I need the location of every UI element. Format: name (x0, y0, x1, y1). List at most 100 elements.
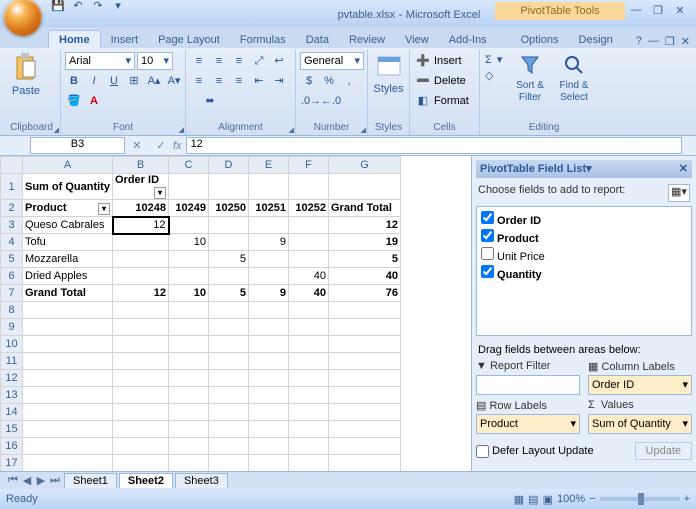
tab-insert[interactable]: Insert (101, 31, 149, 48)
align-top[interactable]: ≡ (190, 52, 208, 70)
report-filter-box[interactable] (476, 375, 580, 395)
underline-button[interactable]: U (105, 72, 123, 90)
tab-addins[interactable]: Add-Ins (439, 31, 497, 48)
indent-inc[interactable]: ⇥ (270, 72, 288, 90)
tab-data[interactable]: Data (296, 31, 339, 48)
pane-choose-label: Choose fields to add to report: (478, 184, 625, 202)
row-labels-label: ▤ Row Labels (476, 399, 580, 412)
view-normal-icon[interactable]: ▦ (514, 493, 524, 506)
clear-button[interactable]: ◇ (484, 69, 494, 83)
sheet-tab-2[interactable]: Sheet2 (119, 473, 173, 488)
minimize-button[interactable]: — (626, 4, 646, 18)
wrap-text[interactable]: ↩ (270, 52, 288, 70)
qat-redo[interactable]: ↷ (90, 0, 106, 15)
comma-button[interactable]: , (340, 72, 358, 90)
qat-more[interactable]: ▾ (110, 0, 126, 15)
column-labels-box[interactable]: Order ID▾ (588, 375, 692, 395)
insert-cells[interactable]: ➕ (414, 52, 432, 70)
pane-menu-icon[interactable]: ▾ (586, 160, 592, 178)
fx-icon[interactable]: fx (173, 140, 182, 152)
font-size[interactable]: 10▾ (137, 52, 173, 70)
sheet-last[interactable]: ⏭ (48, 474, 62, 487)
align-left[interactable]: ≡ (190, 72, 208, 90)
dec-decimal[interactable]: ←.0 (320, 92, 338, 110)
view-break-icon[interactable]: ▣ (543, 493, 553, 506)
update-button[interactable]: Update (635, 442, 692, 460)
zoom-slider[interactable] (600, 497, 680, 501)
sheet-prev[interactable]: ◀ (20, 474, 34, 487)
field-unit-price[interactable]: Unit Price (481, 246, 687, 264)
sheet-tab-1[interactable]: Sheet1 (64, 473, 117, 488)
align-bot[interactable]: ≡ (230, 52, 248, 70)
clipboard-launcher[interactable]: ◢ (54, 126, 59, 134)
field-product[interactable]: Product (481, 228, 687, 246)
office-button[interactable] (4, 0, 42, 36)
zoom-out[interactable]: − (589, 493, 595, 505)
help-button[interactable]: ? (636, 35, 642, 48)
inc-decimal[interactable]: .0→ (300, 92, 318, 110)
tab-options[interactable]: Options (511, 31, 569, 48)
field-order-id[interactable]: Order ID (481, 210, 687, 228)
fill-button[interactable]: ▾ (496, 53, 504, 67)
sheet-tab-3[interactable]: Sheet3 (175, 473, 228, 488)
formula-bar[interactable]: 12 (186, 137, 682, 154)
ribbon-minimize[interactable]: — (648, 35, 659, 48)
pane-close-icon[interactable]: ✕ (679, 160, 688, 178)
currency-button[interactable]: $ (300, 72, 318, 90)
tab-formulas[interactable]: Formulas (230, 31, 296, 48)
indent-dec[interactable]: ⇤ (250, 72, 268, 90)
align-mid[interactable]: ≡ (210, 52, 228, 70)
bold-button[interactable]: B (65, 72, 83, 90)
zoom-level[interactable]: 100% (557, 493, 585, 505)
view-layout-icon[interactable]: ▤ (528, 493, 538, 506)
font-launcher[interactable]: ◢ (179, 126, 184, 134)
field-quantity[interactable]: Quantity (481, 264, 687, 282)
worksheet-grid[interactable]: ABCDEFG1Sum of QuantityOrder ID▾2Product… (0, 156, 401, 471)
tab-design[interactable]: Design (569, 31, 623, 48)
grow-font[interactable]: A▴ (145, 72, 163, 90)
delete-cells[interactable]: ➖ (414, 72, 432, 90)
sheet-next[interactable]: ▶ (34, 474, 48, 487)
orientation[interactable]: ⤢ (250, 52, 268, 70)
font-name[interactable]: Arial▾ (65, 52, 135, 70)
qat-save[interactable]: 💾 (50, 0, 66, 15)
font-color[interactable]: A (85, 92, 103, 110)
paste-button[interactable]: Paste (7, 50, 45, 97)
defer-checkbox[interactable] (476, 445, 489, 458)
find-select-button[interactable]: Find & Select (552, 50, 596, 103)
align-center[interactable]: ≡ (210, 72, 228, 90)
tab-page-layout[interactable]: Page Layout (148, 31, 230, 48)
merge-button[interactable]: ⬌ (190, 92, 230, 110)
qat-undo[interactable]: ↶ (70, 0, 86, 15)
close-button[interactable]: ✕ (670, 4, 690, 18)
format-cells[interactable]: ◧ (414, 92, 432, 110)
enter-fx-icon[interactable]: ✓ (156, 139, 165, 152)
group-editing: Editing (484, 121, 604, 135)
tab-home[interactable]: Home (48, 30, 101, 48)
number-launcher[interactable]: ◢ (361, 126, 366, 134)
border-button[interactable]: ⊞ (125, 72, 143, 90)
maximize-button[interactable]: ❐ (648, 4, 668, 18)
sheet-first[interactable]: ⏮ (6, 474, 20, 487)
ribbon-restore[interactable]: ❐ (665, 35, 675, 48)
sort-filter-button[interactable]: Sort & Filter (508, 50, 552, 103)
zoom-in[interactable]: + (684, 493, 690, 505)
number-format[interactable]: General▾ (300, 52, 364, 70)
tab-review[interactable]: Review (339, 31, 395, 48)
align-launcher[interactable]: ◢ (289, 126, 294, 134)
autosum-button[interactable]: Σ (484, 53, 493, 67)
tab-view[interactable]: View (395, 31, 439, 48)
values-box[interactable]: Sum of Quantity▾ (588, 414, 692, 434)
row-labels-box[interactable]: Product▾ (476, 414, 580, 434)
percent-button[interactable]: % (320, 72, 338, 90)
cancel-fx-icon[interactable]: ✕ (132, 139, 141, 152)
name-box[interactable]: B3 (30, 137, 125, 154)
italic-button[interactable]: I (85, 72, 103, 90)
pane-layout-button[interactable]: ▦▾ (668, 184, 690, 202)
shrink-font[interactable]: A▾ (165, 72, 183, 90)
align-right[interactable]: ≡ (230, 72, 248, 90)
fill-color[interactable]: 🪣 (65, 92, 83, 110)
ribbon-close[interactable]: ✕ (681, 35, 690, 48)
styles-button[interactable]: Styles (372, 50, 405, 95)
field-list[interactable]: Order ID Product Unit Price Quantity (476, 206, 692, 336)
